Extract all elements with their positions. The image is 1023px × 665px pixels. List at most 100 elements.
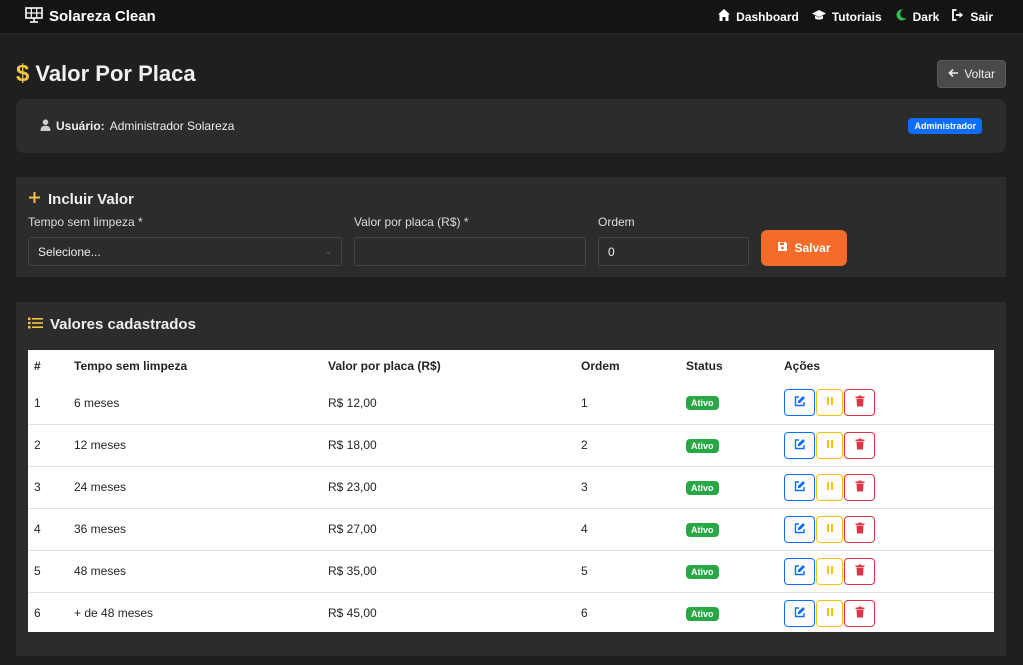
tempo-label: Tempo sem limpeza * — [28, 215, 143, 229]
nav-dark-label: Dark — [912, 9, 940, 24]
user-name: Administrador Solareza — [109, 119, 235, 133]
values-list-title-text: Valores cadastrados — [50, 316, 196, 333]
cell-actions — [778, 592, 994, 634]
add-value-title: Incluir Valor — [28, 191, 134, 208]
table-header-row: # Tempo sem limpeza Valor por placa (R$)… — [28, 350, 994, 382]
back-button[interactable]: Voltar — [937, 60, 1006, 88]
brand[interactable]: Solareza Clean — [25, 6, 156, 27]
trash-icon — [854, 522, 866, 537]
nav-sair-label: Sair — [970, 9, 993, 24]
col-header-valor: Valor por placa (R$) — [328, 359, 441, 373]
table-row: 3 24 meses R$ 23,00 3 Ativo — [28, 466, 994, 508]
list-icon — [28, 316, 43, 333]
cell-status: Ativo — [680, 424, 778, 466]
row-actions — [784, 515, 988, 543]
ordem-input[interactable]: 0 — [598, 237, 749, 266]
cell-tempo: 12 meses — [74, 438, 127, 452]
cell-actions — [778, 382, 994, 424]
cell-status: Ativo — [680, 466, 778, 508]
table-row: 1 6 meses R$ 12,00 1 Ativo — [28, 382, 994, 424]
user-label: Usuário: — [56, 119, 105, 133]
row-actions — [784, 473, 988, 501]
cell-actions — [778, 424, 994, 466]
cell-tempo: + de 48 meses — [74, 606, 154, 621]
pause-button[interactable] — [816, 473, 843, 501]
edit-button[interactable] — [784, 599, 815, 627]
cell-valor: R$ 35,00 — [328, 564, 377, 578]
col-header-status: Status — [686, 359, 723, 373]
cell-tempo: 36 meses — [74, 522, 127, 536]
cell-id: 1 — [34, 395, 41, 410]
status-badge: Ativo — [686, 522, 719, 537]
tempo-select[interactable]: Selecione... ⌄ — [28, 237, 342, 266]
user-info: Usuário: Administrador Solareza — [40, 118, 235, 134]
cell-actions — [778, 550, 994, 592]
col-header-id: # — [34, 359, 41, 373]
edit-icon — [794, 480, 806, 495]
trash-icon — [854, 438, 866, 453]
valor-label: Valor por placa (R$) * — [354, 215, 469, 229]
cell-ordem: 2 — [581, 438, 588, 452]
navbar: Solareza Clean Dashboard Tutoriais Dark … — [0, 0, 1023, 34]
pause-button[interactable] — [816, 599, 843, 627]
nav-sair[interactable]: Sair — [951, 8, 993, 25]
arrow-left-icon — [948, 67, 959, 81]
edit-icon — [794, 395, 806, 410]
edit-icon — [794, 438, 806, 453]
cell-ordem: 1 — [581, 395, 588, 410]
pause-icon — [824, 522, 836, 537]
edit-button[interactable] — [784, 557, 815, 585]
pause-button[interactable] — [816, 431, 843, 459]
pause-button[interactable] — [816, 557, 843, 585]
save-button-label: Salvar — [794, 241, 831, 255]
status-badge: Ativo — [686, 564, 719, 579]
delete-button[interactable] — [844, 599, 875, 627]
cell-ordem: 6 — [581, 606, 588, 621]
trash-icon — [854, 480, 866, 495]
save-button[interactable]: Salvar — [761, 230, 847, 266]
col-header-tempo: Tempo sem limpeza — [74, 359, 188, 373]
delete-button[interactable] — [844, 515, 875, 543]
plus-icon — [28, 191, 41, 208]
solar-panel-icon — [25, 6, 43, 27]
cell-valor: R$ 23,00 — [328, 480, 377, 494]
nav-dashboard[interactable]: Dashboard — [717, 8, 799, 25]
nav-tutoriais[interactable]: Tutoriais — [811, 8, 882, 25]
delete-button[interactable] — [844, 389, 875, 417]
ordem-label: Ordem — [598, 215, 635, 229]
moon-icon — [894, 8, 908, 25]
cell-id: 3 — [34, 480, 41, 494]
tempo-group: Tempo sem limpeza * Selecione... ⌄ — [28, 215, 342, 266]
edit-button[interactable] — [784, 473, 815, 501]
values-table: # Tempo sem limpeza Valor por placa (R$)… — [28, 350, 994, 634]
edit-button[interactable] — [784, 431, 815, 459]
delete-button[interactable] — [844, 473, 875, 501]
delete-button[interactable] — [844, 557, 875, 585]
edit-button[interactable] — [784, 515, 815, 543]
delete-button[interactable] — [844, 431, 875, 459]
values-table-wrap: # Tempo sem limpeza Valor por placa (R$)… — [28, 350, 994, 632]
trash-icon — [854, 395, 866, 410]
table-row: 6 + de 48 meses R$ 45,00 6 Ativo — [28, 592, 994, 634]
brand-name: Solareza Clean — [49, 8, 156, 25]
tempo-select-value: Selecione... — [38, 244, 101, 259]
user-icon — [40, 118, 51, 134]
cell-tempo: 24 meses — [74, 480, 127, 494]
pause-button[interactable] — [816, 389, 843, 417]
nav-dark-toggle[interactable]: Dark — [894, 8, 940, 25]
row-actions — [784, 389, 988, 417]
pause-button[interactable] — [816, 515, 843, 543]
table-row: 5 48 meses R$ 35,00 5 Ativo — [28, 550, 994, 592]
edit-button[interactable] — [784, 389, 815, 417]
pause-icon — [824, 438, 836, 453]
logout-icon — [951, 8, 965, 25]
cell-ordem: 3 — [581, 480, 588, 494]
cell-id: 6 — [34, 606, 41, 621]
valor-input[interactable] — [354, 237, 586, 266]
cell-status: Ativo — [680, 550, 778, 592]
status-badge: Ativo — [686, 480, 719, 495]
table-row: 4 36 meses R$ 27,00 4 Ativo — [28, 508, 994, 550]
dollar-icon: $ — [16, 60, 30, 87]
user-card: Usuário: Administrador Solareza Administ… — [16, 99, 1006, 153]
col-header-ordem: Ordem — [581, 359, 620, 373]
